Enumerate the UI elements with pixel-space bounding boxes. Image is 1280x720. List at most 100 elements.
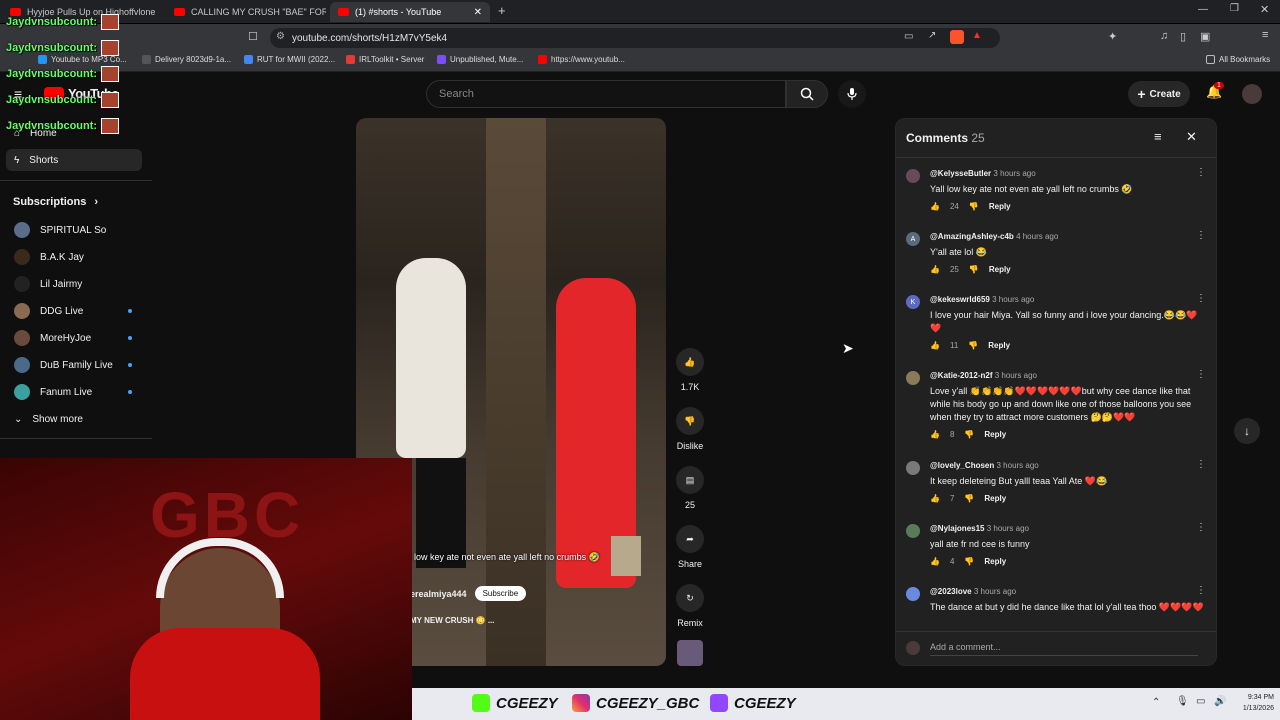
comment-author[interactable]: @AmazingAshley-c4b bbox=[930, 232, 1014, 241]
bookmark-star-icon[interactable]: ☐ bbox=[248, 30, 258, 43]
thumbs-up-icon[interactable]: 👍 bbox=[930, 430, 940, 439]
subscriptions-header[interactable]: Subscriptions › bbox=[13, 196, 98, 208]
more-options-icon[interactable]: ⋮ bbox=[1196, 294, 1206, 304]
account-avatar[interactable] bbox=[1242, 84, 1262, 104]
reply-button[interactable]: Reply bbox=[984, 557, 1006, 566]
commenter-avatar[interactable] bbox=[906, 461, 920, 475]
sidebar-item-channel[interactable]: SPIRITUAL So bbox=[6, 219, 142, 241]
subscribe-button[interactable]: Subscribe bbox=[474, 586, 527, 601]
show-more-button[interactable]: ⌄ Show more bbox=[6, 408, 142, 430]
search-button[interactable] bbox=[786, 80, 828, 108]
thumbs-down-icon[interactable]: 👎 bbox=[964, 494, 974, 503]
commenter-avatar[interactable] bbox=[906, 524, 920, 538]
sidebar-item-channel[interactable]: DuB Family Live bbox=[6, 354, 142, 376]
bookmark-item[interactable]: RUT for MWII (2022... bbox=[244, 55, 335, 64]
sort-icon[interactable]: ≡ bbox=[1154, 129, 1162, 144]
share-button[interactable]: ➦ bbox=[676, 525, 704, 553]
all-bookmarks[interactable]: All Bookmarks bbox=[1206, 55, 1270, 64]
sidebar-item-channel[interactable]: MoreHyJoe bbox=[6, 327, 142, 349]
reply-button[interactable]: Reply bbox=[989, 265, 1011, 274]
mic-tray-icon[interactable]: 🎙 bbox=[1176, 696, 1189, 707]
thumbs-up-icon[interactable]: 👍 bbox=[930, 265, 940, 274]
more-options-icon[interactable]: ⋮ bbox=[1196, 523, 1206, 533]
thumbs-down-icon[interactable]: 👎 bbox=[964, 557, 974, 566]
menu-icon[interactable]: ≡ bbox=[1262, 29, 1268, 41]
close-window-icon[interactable]: ✕ bbox=[1260, 3, 1269, 16]
thumbs-down-icon[interactable]: 👎 bbox=[969, 202, 979, 211]
bookmark-item[interactable]: Youtube to MP3 Co... bbox=[38, 55, 127, 64]
thumbs-down-icon[interactable]: 👎 bbox=[969, 265, 979, 274]
share-action[interactable]: ➦ Share bbox=[668, 525, 712, 569]
comment-author[interactable]: @KelysseButler bbox=[930, 169, 991, 178]
clock[interactable]: 9:34 PM 1/13/2026 bbox=[1220, 692, 1274, 714]
thumbs-down-icon[interactable]: 👎 bbox=[968, 341, 978, 350]
display-tray-icon[interactable]: ▭ bbox=[1196, 696, 1205, 707]
rewards-icon[interactable]: ▲ bbox=[972, 30, 982, 41]
sidebar-item-channel[interactable]: DDG Live bbox=[6, 300, 142, 322]
media-icon[interactable]: ♫ bbox=[1160, 30, 1168, 42]
comment-author[interactable]: @Katie-2012-n2f bbox=[930, 371, 993, 380]
tray-chevron-icon[interactable]: ⌃ bbox=[1152, 697, 1160, 708]
comment-author[interactable]: @kekeswrld659 bbox=[930, 295, 990, 304]
bookmark-item[interactable]: Unpublished, Mute... bbox=[437, 55, 523, 64]
thumbs-up-icon[interactable]: 👍 bbox=[930, 202, 940, 211]
bookmark-item[interactable]: https://www.youtub... bbox=[538, 55, 625, 64]
commenter-avatar[interactable]: K bbox=[906, 295, 920, 309]
reply-button[interactable]: Reply bbox=[989, 202, 1011, 211]
dislike-action[interactable]: 👎 Dislike bbox=[668, 407, 712, 451]
comment-author[interactable]: @lovely_Chosen bbox=[930, 461, 994, 470]
like-button[interactable]: 👍 bbox=[676, 348, 704, 376]
more-options-icon[interactable]: ⋮ bbox=[1196, 460, 1206, 470]
minimize-icon[interactable]: — bbox=[1198, 4, 1208, 15]
remix-action[interactable]: ↻ Remix bbox=[668, 584, 712, 628]
comments-button[interactable]: ▤ bbox=[676, 466, 704, 494]
dislike-button[interactable]: 👎 bbox=[676, 407, 704, 435]
bookmark-item[interactable]: Delivery 8023d9-1a... bbox=[142, 55, 231, 64]
sidebar-icon[interactable]: ▯ bbox=[1180, 30, 1186, 43]
more-options-icon[interactable]: ⋮ bbox=[1196, 586, 1206, 596]
maximize-icon[interactable]: ❐ bbox=[1230, 3, 1239, 14]
create-button[interactable]: + Create bbox=[1128, 81, 1190, 107]
next-short-button[interactable]: ↓ bbox=[1234, 418, 1260, 444]
commenter-avatar[interactable] bbox=[906, 371, 920, 385]
comment-author[interactable]: @2023love bbox=[930, 587, 972, 596]
remix-button[interactable]: ↻ bbox=[676, 584, 704, 612]
commenter-avatar[interactable] bbox=[906, 169, 920, 183]
more-options-icon[interactable]: ⋮ bbox=[1196, 231, 1206, 241]
reply-button[interactable]: Reply bbox=[984, 430, 1006, 439]
voice-search-button[interactable] bbox=[838, 80, 866, 108]
thumbs-up-icon[interactable]: 👍 bbox=[930, 341, 940, 350]
sidebar-item-channel[interactable]: B.A.K Jay bbox=[6, 246, 142, 268]
bookmark-item[interactable]: IRLToolkit • Server bbox=[346, 55, 424, 64]
extensions-icon[interactable]: ✦ bbox=[1108, 30, 1117, 43]
reply-button[interactable]: Reply bbox=[984, 494, 1006, 503]
thumbs-up-icon[interactable]: 👍 bbox=[930, 557, 940, 566]
thumbs-up-icon[interactable]: 👍 bbox=[930, 494, 940, 503]
more-options-icon[interactable]: ⋮ bbox=[1196, 168, 1206, 178]
add-comment-input[interactable]: Add a comment... bbox=[930, 642, 1198, 656]
sound-thumbnail[interactable] bbox=[677, 640, 703, 666]
new-tab-icon[interactable]: + bbox=[498, 3, 506, 18]
url-field[interactable]: ⚙ youtube.com/shorts/H1zM7vY5ek4 bbox=[270, 28, 1000, 48]
close-icon[interactable]: ✕ bbox=[1186, 129, 1197, 145]
close-tab-icon[interactable]: ✕ bbox=[474, 7, 482, 18]
search-input[interactable]: Search bbox=[426, 80, 786, 108]
like-action[interactable]: 👍 1.7K bbox=[668, 348, 712, 392]
short-music-title[interactable]: MY NEW CRUSH 😳 ... bbox=[410, 616, 494, 625]
browser-tab[interactable]: CALLING MY CRUSH "BAE" FOR 24 H bbox=[166, 2, 326, 22]
brave-shield-icon[interactable] bbox=[950, 30, 964, 44]
short-channel-name[interactable]: erealmiya444 bbox=[410, 589, 467, 599]
wallet-icon[interactable]: ▣ bbox=[1200, 30, 1210, 43]
browser-tab-active[interactable]: (1) #shorts - YouTube ✕ bbox=[330, 2, 490, 22]
commenter-avatar[interactable] bbox=[906, 587, 920, 601]
cast-icon[interactable]: ▭ bbox=[904, 31, 913, 42]
sidebar-item-shorts[interactable]: ϟ Shorts bbox=[6, 149, 142, 171]
site-info-icon[interactable]: ⚙ bbox=[276, 31, 285, 42]
thumbs-down-icon[interactable]: 👎 bbox=[964, 430, 974, 439]
share-icon[interactable]: ↗ bbox=[928, 30, 936, 41]
reply-button[interactable]: Reply bbox=[988, 341, 1010, 350]
more-options-icon[interactable]: ⋮ bbox=[1196, 370, 1206, 380]
sidebar-item-channel[interactable]: Fanum Live bbox=[6, 381, 142, 403]
comments-action[interactable]: ▤ 25 bbox=[668, 466, 712, 510]
comment-author[interactable]: @Nylajones15 bbox=[930, 524, 985, 533]
